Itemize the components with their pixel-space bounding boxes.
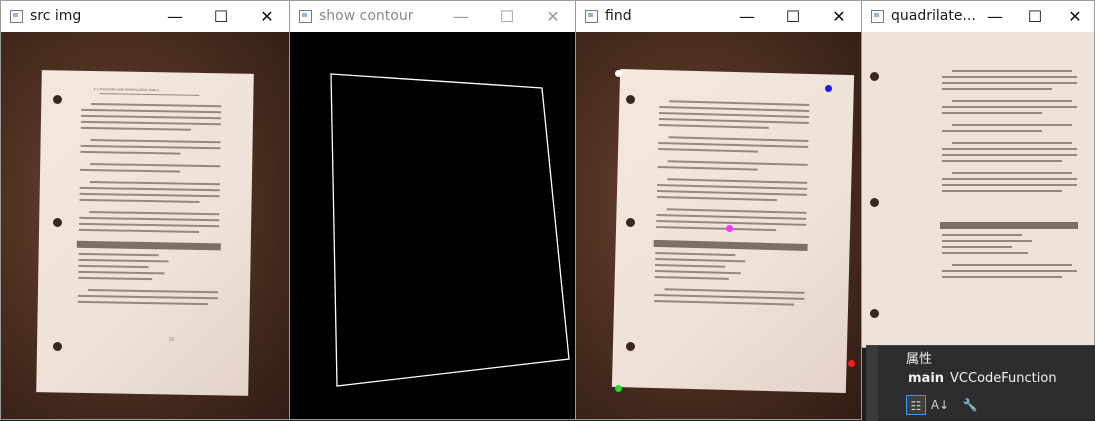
warped-document	[862, 32, 1094, 347]
title-bar[interactable]: src img — ☐ ✕	[1, 1, 289, 32]
document-page	[611, 68, 855, 394]
maximize-button[interactable]: ☐	[1015, 1, 1055, 32]
binder-hole	[53, 342, 62, 351]
object-type: VCCodeFunction	[950, 371, 1057, 386]
object-kind: main	[908, 371, 945, 386]
wrench-icon[interactable]: 🔧	[960, 395, 980, 415]
maximize-button[interactable]: ☐	[198, 1, 244, 32]
src-img-window[interactable]: src img — ☐ ✕ 4.1 ACCESSING AND MANIPULA…	[0, 0, 290, 420]
code-listing-band	[653, 239, 808, 251]
close-button[interactable]: ✕	[530, 1, 576, 32]
title-bar[interactable]: quadrilate... — ☐ ✕	[862, 1, 1094, 32]
code-listing-band	[940, 222, 1078, 229]
binder-hole	[870, 72, 879, 81]
corner-point-top-left	[615, 70, 622, 77]
corner-point-top-right	[825, 85, 832, 92]
binder-hole	[870, 198, 879, 207]
minimize-button[interactable]: —	[152, 1, 198, 32]
maximize-button[interactable]: ☐	[770, 1, 816, 32]
doc-header: 4.1 ACCESSING AND MANIPULATING PIXELS	[93, 87, 159, 93]
properties-panel: 属性 main VCCodeFunction ☷ A↓ 🔧	[866, 345, 1095, 421]
close-button[interactable]: ✕	[244, 1, 290, 32]
image-canvas: 4.1 ACCESSING AND MANIPULATING PIXELS 22	[1, 32, 289, 419]
alphabetical-icon[interactable]: A↓	[930, 395, 950, 415]
properties-title: 属性	[906, 352, 933, 367]
window-title: find	[605, 8, 632, 24]
document-page: 4.1 ACCESSING AND MANIPULATING PIXELS 22	[36, 70, 254, 396]
corner-point-bottom-left	[615, 385, 622, 392]
doc-page-number: 22	[169, 336, 175, 342]
find-window[interactable]: find — ☐ ✕	[575, 0, 862, 420]
close-button[interactable]: ✕	[1055, 1, 1095, 32]
object-selector[interactable]: main VCCodeFunction	[908, 371, 1057, 386]
binder-hole	[870, 309, 879, 318]
window-title: show contour	[319, 8, 414, 24]
binder-hole	[626, 95, 635, 104]
minimize-button[interactable]: —	[975, 1, 1015, 32]
binder-hole	[626, 342, 635, 351]
binder-hole	[53, 218, 62, 227]
window-title: src img	[30, 8, 82, 24]
code-listing-band	[76, 240, 221, 251]
binder-hole	[53, 95, 62, 104]
title-bar[interactable]: find — ☐ ✕	[576, 1, 861, 32]
panel-edge	[866, 346, 878, 421]
window-app-icon	[585, 10, 598, 23]
contour-outline	[330, 73, 570, 387]
minimize-button[interactable]: —	[724, 1, 770, 32]
window-app-icon	[299, 10, 312, 23]
image-canvas	[576, 32, 861, 419]
window-app-icon	[871, 10, 884, 23]
title-bar[interactable]: show contour — ☐ ✕	[290, 1, 575, 32]
center-point	[726, 225, 733, 232]
maximize-button[interactable]: ☐	[484, 1, 530, 32]
categorized-icon[interactable]: ☷	[906, 395, 926, 415]
corner-point-bottom-right	[848, 360, 855, 367]
close-button[interactable]: ✕	[816, 1, 862, 32]
quadrilateral-window[interactable]: quadrilate... — ☐ ✕	[861, 0, 1095, 348]
contour-canvas	[290, 32, 575, 419]
show-contour-window[interactable]: show contour — ☐ ✕	[289, 0, 576, 420]
binder-hole	[626, 218, 635, 227]
minimize-button[interactable]: —	[438, 1, 484, 32]
window-app-icon	[10, 10, 23, 23]
